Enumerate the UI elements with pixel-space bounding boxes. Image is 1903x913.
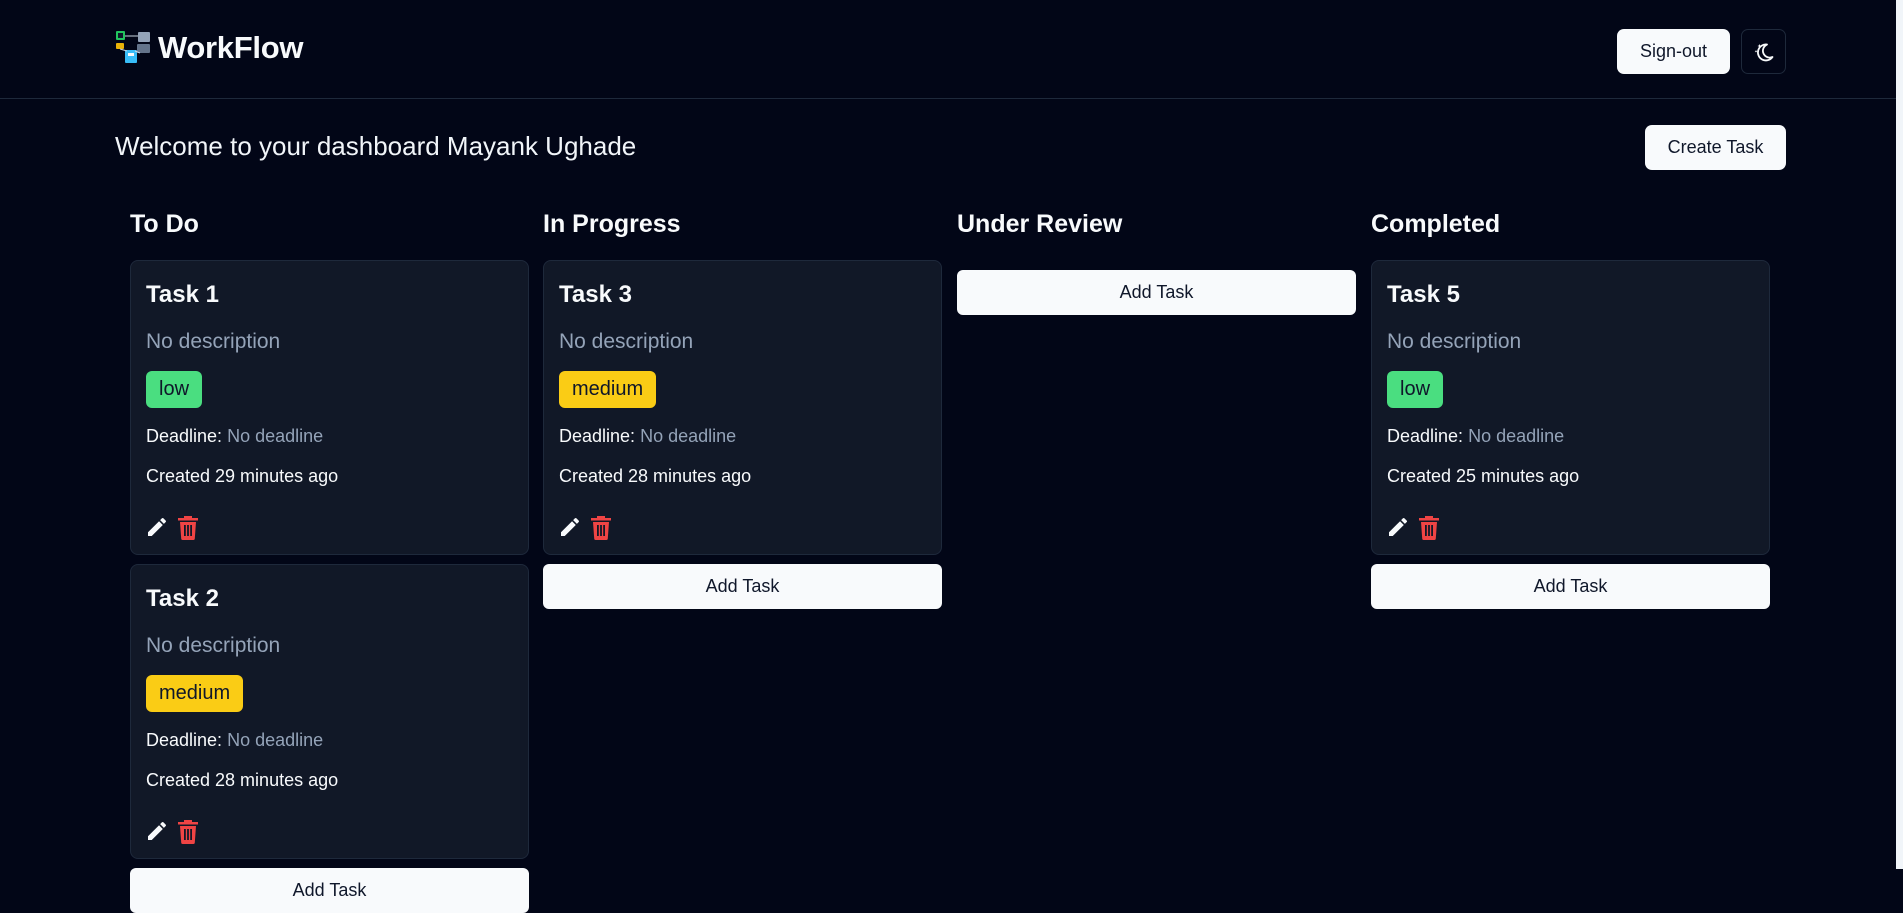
- welcome-message: Welcome to your dashboard Mayank Ughade: [115, 131, 637, 161]
- task-title: Task 1: [146, 281, 219, 308]
- deadline-label: Deadline:: [1387, 426, 1464, 446]
- column-in-progress: In Progress Task 3 No description medium…: [543, 210, 942, 609]
- task-description: No description: [559, 330, 694, 353]
- trash-icon[interactable]: [1417, 514, 1441, 540]
- task-actions: [558, 514, 613, 540]
- task-deadline: Deadline: No deadline: [146, 426, 323, 447]
- column-title: To Do: [130, 210, 199, 238]
- priority-badge: low: [146, 371, 203, 408]
- task-created-time: Created 28 minutes ago: [146, 770, 339, 790]
- task-card[interactable]: Task 3 No description medium Deadline: N…: [543, 260, 942, 555]
- deadline-value: No deadline: [640, 426, 737, 446]
- workflow-logo-icon: [116, 31, 150, 63]
- app-name: WorkFlow: [158, 30, 304, 65]
- column-title: Completed: [1371, 210, 1501, 238]
- priority-badge: medium: [559, 371, 657, 408]
- page-scrollbar[interactable]: [1896, 0, 1903, 869]
- priority-badge: low: [1387, 371, 1444, 408]
- task-created-time: Created 28 minutes ago: [559, 466, 752, 486]
- task-actions: [145, 514, 200, 540]
- deadline-value: No deadline: [1468, 426, 1565, 446]
- task-card[interactable]: Task 1 No description low Deadline: No d…: [130, 260, 529, 555]
- deadline-value: No deadline: [227, 730, 324, 750]
- add-task-button[interactable]: Add Task: [130, 868, 529, 913]
- column-to-do: To Do Task 1 No description low Deadline…: [130, 210, 529, 913]
- task-deadline: Deadline: No deadline: [146, 730, 323, 751]
- trash-icon[interactable]: [176, 514, 200, 540]
- sign-out-button[interactable]: Sign-out: [1617, 29, 1730, 74]
- task-created-time: Created 25 minutes ago: [1387, 466, 1580, 486]
- app-logo[interactable]: WorkFlow: [115, 30, 303, 66]
- task-card[interactable]: Task 2 No description medium Deadline: N…: [130, 564, 529, 859]
- column-title: Under Review: [957, 210, 1123, 238]
- column-under-review: Under Review Add Task: [957, 210, 1356, 315]
- app-header: WorkFlow Sign-out: [0, 0, 1903, 99]
- task-title: Task 2: [146, 585, 219, 612]
- column-title: In Progress: [543, 210, 681, 238]
- edit-icon[interactable]: [145, 819, 169, 843]
- edit-icon[interactable]: [1386, 515, 1410, 539]
- task-deadline: Deadline: No deadline: [559, 426, 736, 447]
- task-deadline: Deadline: No deadline: [1387, 426, 1564, 447]
- add-task-button[interactable]: Add Task: [543, 564, 942, 609]
- task-created-time: Created 29 minutes ago: [146, 466, 339, 486]
- add-task-button[interactable]: Add Task: [957, 270, 1356, 315]
- task-title: Task 3: [559, 281, 632, 308]
- trash-icon[interactable]: [176, 818, 200, 844]
- deadline-label: Deadline:: [146, 730, 223, 750]
- task-card[interactable]: Task 5 No description low Deadline: No d…: [1371, 260, 1770, 555]
- task-description: No description: [1387, 330, 1522, 353]
- task-actions: [1386, 514, 1441, 540]
- edit-icon[interactable]: [145, 515, 169, 539]
- trash-icon[interactable]: [589, 514, 613, 540]
- task-actions: [145, 818, 200, 844]
- moon-stars-icon: [1754, 43, 1773, 61]
- task-description: No description: [146, 634, 281, 657]
- theme-toggle-button[interactable]: [1741, 29, 1786, 74]
- deadline-label: Deadline:: [146, 426, 223, 446]
- deadline-value: No deadline: [227, 426, 324, 446]
- deadline-label: Deadline:: [559, 426, 636, 446]
- edit-icon[interactable]: [558, 515, 582, 539]
- column-completed: Completed Task 5 No description low Dead…: [1371, 210, 1770, 609]
- priority-badge: medium: [146, 675, 244, 712]
- add-task-button[interactable]: Add Task: [1371, 564, 1770, 609]
- task-description: No description: [146, 330, 281, 353]
- task-title: Task 5: [1387, 281, 1460, 308]
- create-task-button[interactable]: Create Task: [1645, 125, 1786, 170]
